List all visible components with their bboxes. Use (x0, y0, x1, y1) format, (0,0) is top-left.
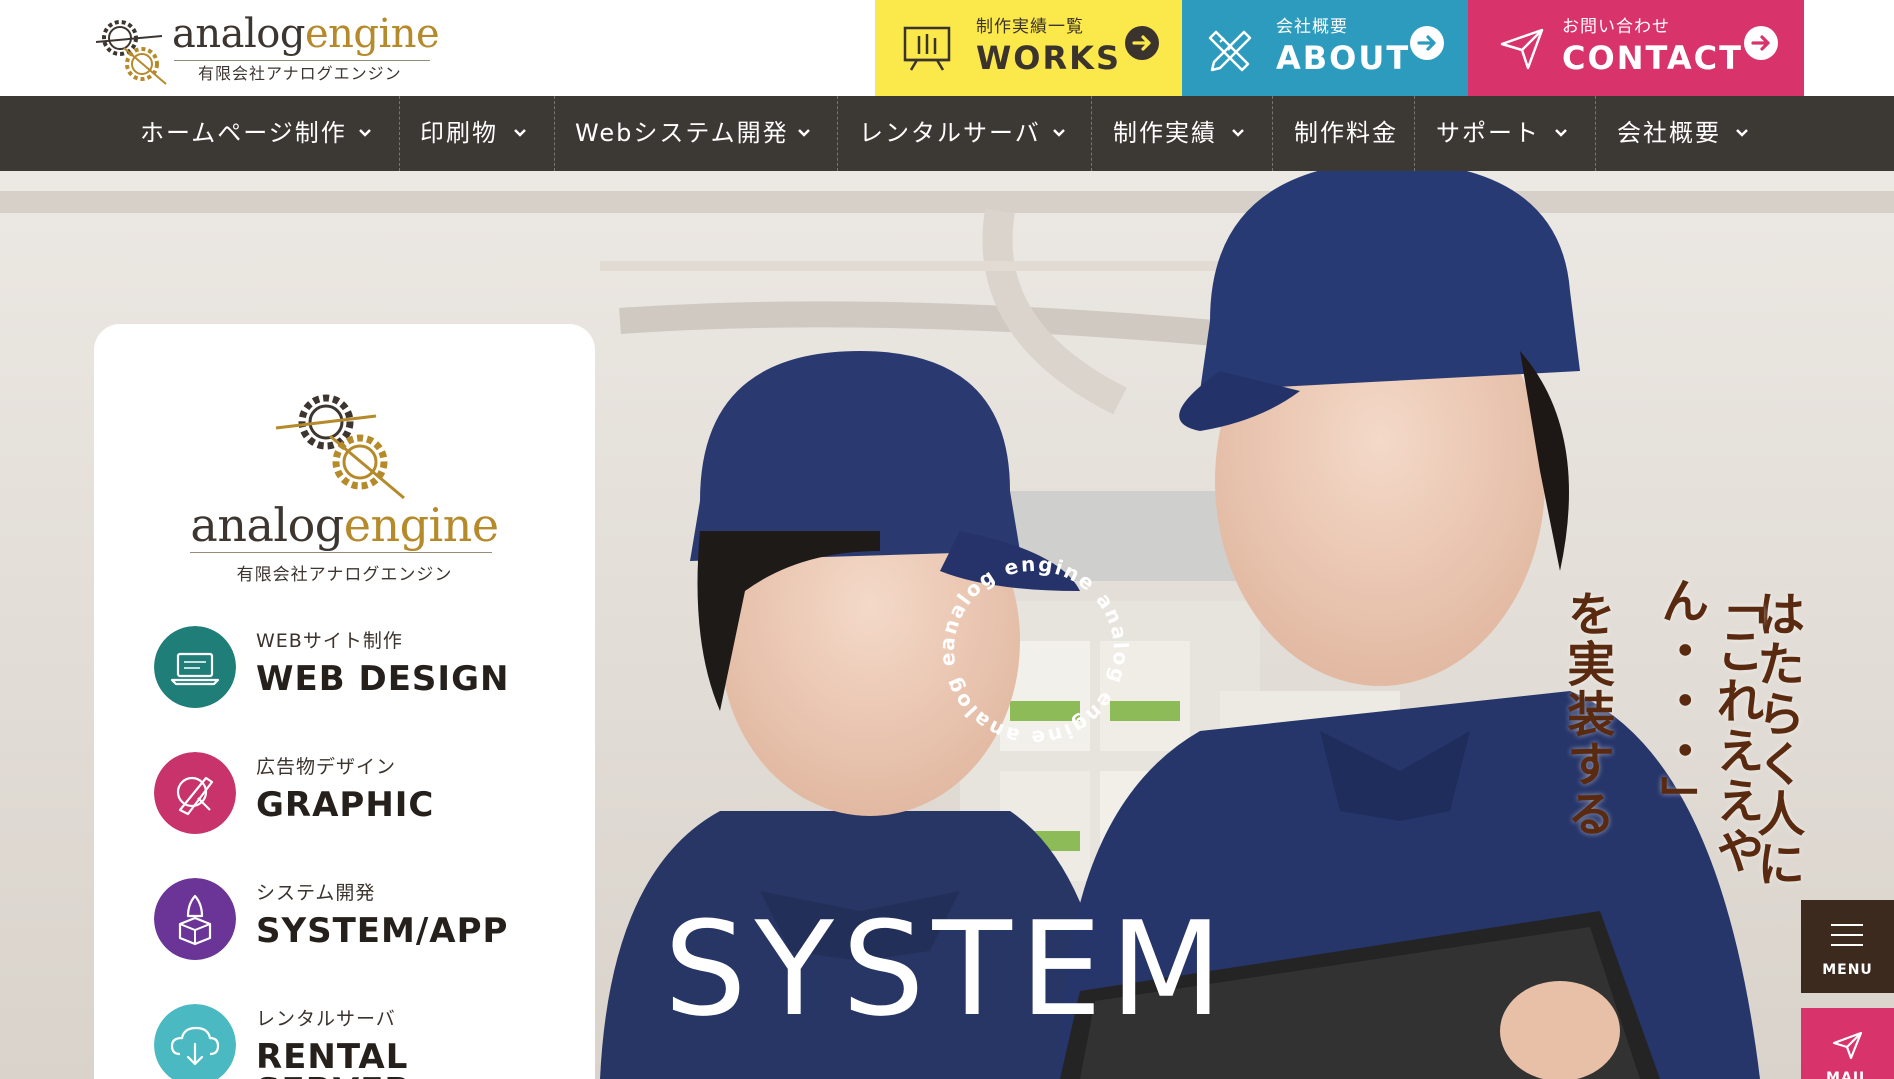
service-graphic[interactable]: 広告物デザイン GRAPHIC (154, 752, 574, 836)
nav-divider (1414, 96, 1415, 171)
nav-divider (399, 96, 400, 171)
chevron-down-icon (798, 129, 810, 137)
nav-item-web-system[interactable]: Webシステム開発 (575, 96, 810, 171)
service-sub-label: レンタルサーバ (256, 1008, 396, 1030)
mail-button[interactable]: MAIL (1801, 1008, 1894, 1079)
gear-logo-icon (95, 20, 167, 85)
rocket-box-icon (154, 878, 236, 960)
nav-item-works[interactable]: 制作実績 (1113, 96, 1244, 171)
chevron-down-icon (1232, 129, 1244, 137)
card-logo-wordmark: analogengine (190, 498, 499, 552)
paper-plane-icon (1500, 28, 1544, 70)
arrow-right-icon (1125, 26, 1159, 60)
about-button[interactable]: 会社概要 ABOUT (1182, 0, 1468, 96)
nav-label: レンタルサーバ (859, 119, 1041, 147)
nav-item-print[interactable]: 印刷物 (420, 96, 526, 171)
service-sub-label: 広告物デザイン (256, 756, 397, 778)
nav-item-company[interactable]: 会社概要 (1617, 96, 1748, 171)
brush-icon (154, 752, 236, 834)
about-sub-label: 会社概要 (1276, 17, 1348, 37)
site-header: analogengine 有限会社アナログエンジン 制作実績一覧 WORKS 会… (0, 0, 1894, 96)
nav-divider (837, 96, 838, 171)
nav-label: Webシステム開発 (575, 119, 789, 147)
cloud-download-icon (154, 1004, 236, 1079)
hero-tagline-line2: 「これええやん・・・」 (1652, 576, 1764, 876)
works-sub-label: 制作実績一覧 (976, 17, 1084, 37)
site-logo[interactable]: analogengine 有限会社アナログエンジン (92, 8, 440, 88)
nav-item-support[interactable]: サポート (1436, 96, 1567, 171)
nav-item-rental-server[interactable]: レンタルサーバ (859, 96, 1065, 171)
service-main-label: RENTAL SERVER (256, 1037, 411, 1079)
nav-label: 印刷物 (420, 119, 498, 147)
arrow-right-icon (1410, 26, 1444, 60)
service-card: analogengine 有限会社アナログエンジン WEBサイト制作 WEB D… (94, 324, 595, 1079)
laptop-icon (154, 626, 236, 708)
service-main-label: WEB DESIGN (256, 659, 510, 699)
about-main-label: ABOUT (1276, 39, 1411, 77)
nav-label: 制作実績 (1113, 119, 1217, 147)
service-sub-label: WEBサイト制作 (256, 630, 403, 652)
card-logo-rule (190, 552, 492, 553)
hero-section: analog engine analog engine analog engin… (0, 171, 1894, 1079)
chevron-down-icon (514, 129, 526, 137)
card-logo-company-name: 有限会社アナログエンジン (236, 565, 453, 585)
nav-label: ホームページ制作 (140, 119, 347, 147)
nav-label: 会社概要 (1617, 119, 1721, 147)
chevron-down-icon (359, 129, 371, 137)
arrow-right-icon (1744, 26, 1778, 60)
service-main-label: GRAPHIC (256, 785, 435, 825)
hamburger-icon (1831, 924, 1863, 954)
menu-button[interactable]: MENU (1801, 900, 1894, 993)
nav-item-homepage[interactable]: ホームページ制作 (140, 96, 371, 171)
service-sub-label: システム開発 (256, 882, 376, 904)
service-web-design[interactable]: WEBサイト制作 WEB DESIGN (154, 626, 574, 710)
chevron-down-icon (1736, 129, 1748, 137)
works-main-label: WORKS (976, 39, 1121, 77)
nav-divider (554, 96, 555, 171)
nav-divider (1091, 96, 1092, 171)
service-main-label: SYSTEM/APP (256, 911, 509, 951)
menu-label: MENU (1822, 962, 1873, 978)
logo-company-name: 有限会社アナログエンジン (198, 64, 402, 83)
contact-main-label: CONTACT (1562, 39, 1743, 77)
nav-divider (1595, 96, 1596, 171)
main-nav: ホームページ制作 印刷物 Webシステム開発 レンタルサーバ 制作実績 制作料金… (0, 96, 1894, 171)
easel-icon (903, 26, 951, 71)
service-rental-server[interactable]: レンタルサーバ RENTAL SERVER (154, 1004, 574, 1079)
contact-button[interactable]: お問い合わせ CONTACT (1468, 0, 1804, 96)
gear-logo-icon (275, 394, 405, 500)
nav-item-pricing[interactable]: 制作料金 (1294, 96, 1398, 171)
mail-label: MAIL (1826, 1070, 1869, 1079)
nav-label: サポート (1436, 119, 1540, 147)
logo-rule (174, 60, 430, 61)
contact-sub-label: お問い合わせ (1562, 17, 1670, 37)
paper-plane-icon (1832, 1031, 1863, 1060)
chevron-down-icon (1053, 129, 1065, 137)
works-button[interactable]: 制作実績一覧 WORKS (875, 0, 1182, 96)
service-system-app[interactable]: システム開発 SYSTEM/APP (154, 878, 574, 962)
logo-wordmark: analogengine (172, 11, 440, 57)
chevron-down-icon (1555, 129, 1567, 137)
pencil-ruler-icon (1208, 30, 1252, 72)
hero-big-word: SYSTEM (664, 893, 1231, 1045)
hero-tagline-line3: を実装する (1558, 589, 1615, 839)
nav-divider (1272, 96, 1273, 171)
nav-label: 制作料金 (1294, 119, 1398, 147)
